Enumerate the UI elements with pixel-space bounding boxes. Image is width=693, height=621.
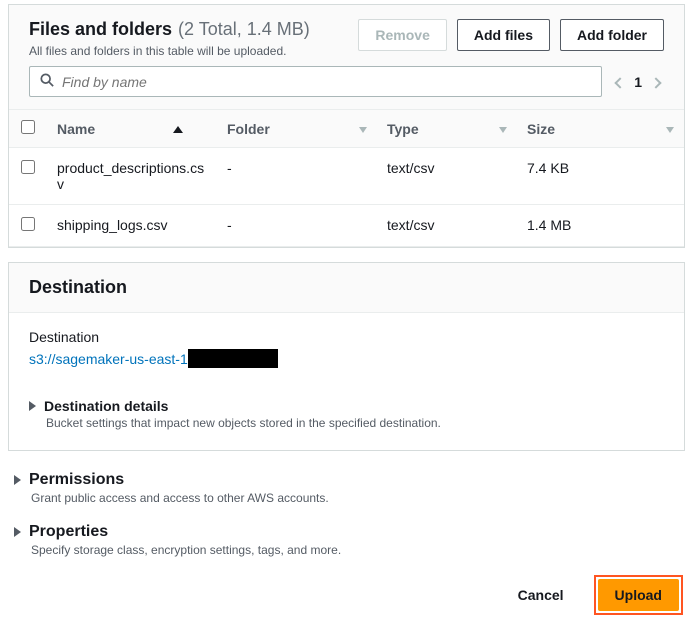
select-all-checkbox[interactable] — [21, 120, 35, 134]
files-table: Name Folder Type Size product_descriptio… — [9, 109, 684, 247]
files-folders-header: Files and folders (2 Total, 1.4 MB) All … — [9, 5, 684, 66]
chevron-down-icon — [666, 127, 674, 133]
column-folder[interactable]: Folder — [217, 110, 377, 148]
column-name[interactable]: Name — [47, 110, 217, 148]
cell-type: text/csv — [377, 205, 517, 247]
expand-icon — [14, 527, 21, 537]
search-input[interactable] — [62, 74, 591, 90]
permissions-section: Permissions Grant public access and acce… — [8, 465, 685, 507]
select-all-header[interactable] — [9, 110, 47, 148]
table-row[interactable]: shipping_logs.csv - text/csv 1.4 MB — [9, 205, 684, 247]
destination-details-title: Destination details — [44, 398, 168, 414]
properties-section: Properties Specify storage class, encryp… — [8, 517, 685, 559]
add-folder-button[interactable]: Add folder — [560, 19, 664, 51]
pagination: 1 — [612, 74, 664, 90]
cancel-button[interactable]: Cancel — [502, 580, 580, 610]
search-pagination-row: 1 — [9, 66, 684, 109]
destination-panel: Destination Destination s3://sagemaker-u… — [8, 262, 685, 451]
remove-button: Remove — [358, 19, 446, 51]
destination-label: Destination — [29, 329, 664, 345]
files-folders-panel: Files and folders (2 Total, 1.4 MB) All … — [8, 4, 685, 248]
properties-title: Properties — [29, 523, 108, 541]
cell-folder: - — [217, 205, 377, 247]
sort-asc-icon — [173, 126, 183, 133]
row-checkbox[interactable] — [21, 160, 35, 174]
destination-details-sub: Bucket settings that impact new objects … — [46, 416, 644, 430]
add-files-button[interactable]: Add files — [457, 19, 550, 51]
files-folders-title: Files and folders — [29, 19, 172, 40]
permissions-sub: Grant public access and access to other … — [31, 491, 665, 505]
page-next-icon[interactable] — [652, 74, 660, 90]
table-row[interactable]: product_descriptions.csv - text/csv 7.4 … — [9, 148, 684, 205]
expand-icon — [29, 401, 36, 411]
expand-icon — [14, 475, 21, 485]
permissions-title: Permissions — [29, 471, 124, 489]
properties-expander[interactable]: Properties Specify storage class, encryp… — [8, 517, 685, 559]
row-checkbox[interactable] — [21, 217, 35, 231]
destination-details-expander[interactable]: Destination details Bucket settings that… — [29, 384, 664, 432]
search-icon — [40, 73, 54, 90]
cell-size: 7.4 KB — [517, 148, 684, 205]
cell-folder: - — [217, 148, 377, 205]
upload-button[interactable]: Upload — [598, 579, 679, 611]
column-size[interactable]: Size — [517, 110, 684, 148]
files-folders-count: (2 Total, 1.4 MB) — [178, 19, 310, 40]
cell-name: product_descriptions.csv — [47, 148, 217, 205]
footer-actions: Cancel Upload — [0, 569, 693, 621]
upload-highlight: Upload — [594, 575, 683, 615]
search-box[interactable] — [29, 66, 602, 97]
redacted-block — [188, 349, 278, 368]
files-folders-actions: Remove Add files Add folder — [358, 19, 664, 51]
cell-size: 1.4 MB — [517, 205, 684, 247]
page-number: 1 — [634, 74, 642, 90]
destination-link[interactable]: s3://sagemaker-us-east-1 — [29, 351, 188, 367]
files-folders-subtitle: All files and folders in this table will… — [29, 44, 310, 58]
chevron-down-icon — [499, 127, 507, 133]
cell-type: text/csv — [377, 148, 517, 205]
destination-header: Destination — [9, 263, 684, 313]
cell-name: shipping_logs.csv — [47, 205, 217, 247]
permissions-expander[interactable]: Permissions Grant public access and acce… — [8, 465, 685, 507]
properties-sub: Specify storage class, encryption settin… — [31, 543, 665, 557]
chevron-down-icon — [359, 127, 367, 133]
page-prev-icon — [616, 74, 624, 90]
column-type[interactable]: Type — [377, 110, 517, 148]
